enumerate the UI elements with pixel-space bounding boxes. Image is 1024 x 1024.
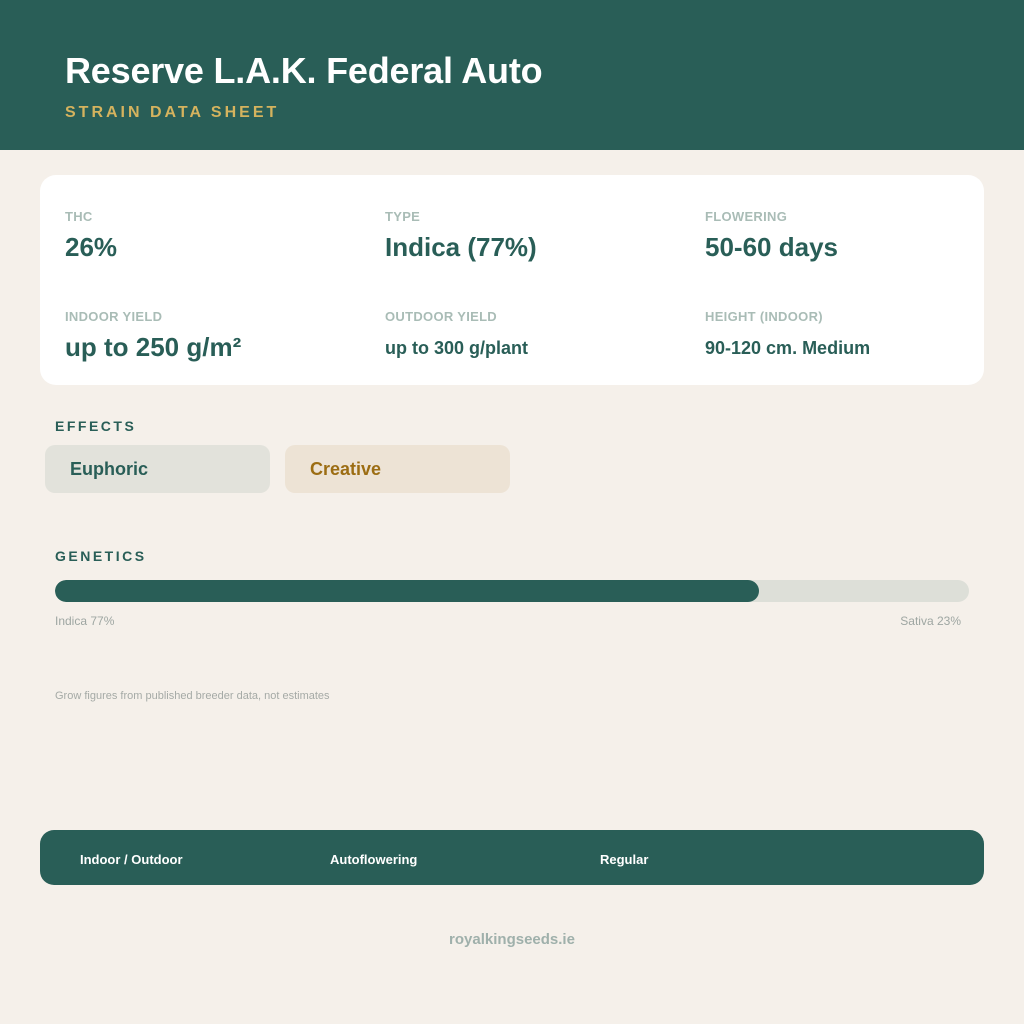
header-banner: Reserve L.A.K. Federal Auto STRAIN DATA … xyxy=(0,0,1024,150)
stat-type: TYPE Indica (77%) xyxy=(385,209,537,263)
effects-heading: EFFECTS xyxy=(55,418,137,434)
stat-thc-value: 26% xyxy=(65,232,118,262)
footer-tag-regular: Regular xyxy=(600,852,649,867)
stat-flowering: FLOWERING 50-60 days xyxy=(705,209,838,263)
stat-thc: THC 26% xyxy=(65,209,117,263)
effect-chip-creative: Creative xyxy=(285,445,510,493)
genetics-bar-track xyxy=(55,580,969,602)
stat-outdoor-yield-value: up to 300 g/plant xyxy=(385,338,529,358)
footer-tag-bar: Indoor / Outdoor Autoflowering Regular xyxy=(40,830,984,885)
page-title: Reserve L.A.K. Federal Auto xyxy=(65,50,543,91)
genetics-indica-label: Indica 77% xyxy=(55,614,115,628)
data-source-note: Grow figures from published breeder data… xyxy=(55,690,330,702)
genetics-bar-indica-fill xyxy=(55,580,759,602)
genetics-heading: GENETICS xyxy=(55,548,147,564)
stat-thc-label: THC xyxy=(65,209,93,224)
stat-height-value: 90-120 cm. Medium xyxy=(705,338,871,358)
stat-flowering-label: FLOWERING xyxy=(705,209,788,224)
stat-indoor-yield-value: up to 250 g/m² xyxy=(65,332,242,362)
stat-indoor-yield: INDOOR YIELD up to 250 g/m² xyxy=(65,309,241,363)
stat-height-label: HEIGHT (INDOOR) xyxy=(705,309,823,324)
stat-indoor-yield-label: INDOOR YIELD xyxy=(65,309,163,324)
stat-height: HEIGHT (INDOOR) 90-120 cm. Medium xyxy=(705,309,870,359)
stats-card: THC 26% TYPE Indica (77%) FLOWERING 50-6… xyxy=(40,175,984,385)
stat-type-value: Indica (77%) xyxy=(385,232,537,262)
stat-outdoor-yield-label: OUTDOOR YIELD xyxy=(385,309,498,324)
footer-tag-autoflowering: Autoflowering xyxy=(330,852,418,867)
website-link[interactable]: royalkingseeds.ie xyxy=(0,931,1024,948)
genetics-sativa-label: Sativa 23% xyxy=(900,614,961,628)
effect-chip-euphoric: Euphoric xyxy=(45,445,270,493)
stat-type-label: TYPE xyxy=(385,209,421,224)
stat-outdoor-yield: OUTDOOR YIELD up to 300 g/plant xyxy=(385,309,528,359)
footer-tag-indoor-outdoor: Indoor / Outdoor xyxy=(80,852,183,867)
stat-flowering-value: 50-60 days xyxy=(705,232,838,262)
page-subtitle: STRAIN DATA SHEET xyxy=(65,104,280,121)
